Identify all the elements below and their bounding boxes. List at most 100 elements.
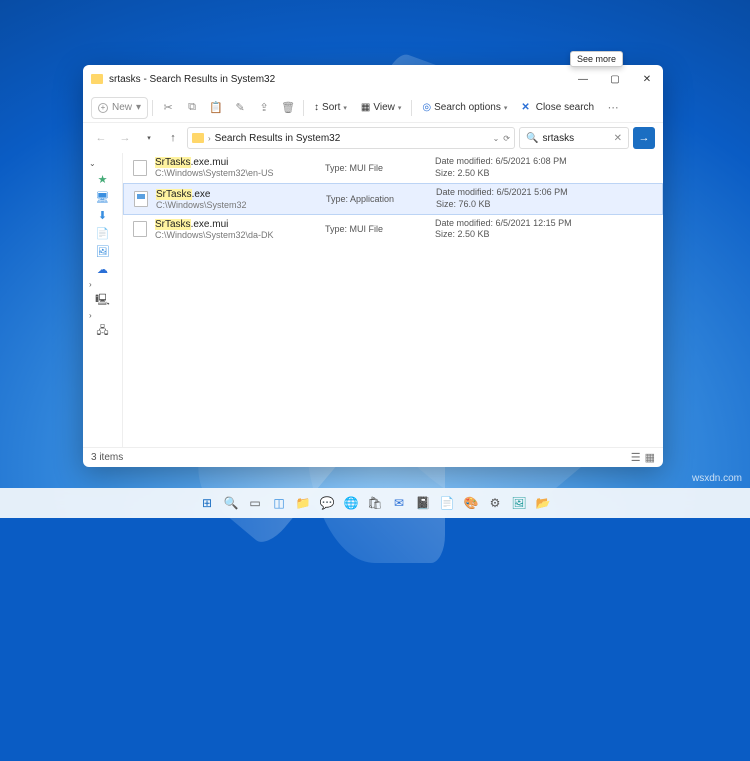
cut-button[interactable]: ✂ [157,97,179,119]
chevron-down-icon: ▾ [398,104,402,112]
search-go-button[interactable]: → [633,127,655,149]
maximize-button[interactable]: ▢ [599,65,631,93]
pictures-item[interactable]: 🖼 [94,244,112,258]
close-search-button[interactable]: ✕ Close search [515,97,600,119]
tree-expand-icon[interactable]: › [89,280,92,289]
network-item[interactable]: 🖧 [94,324,112,338]
titlebar[interactable]: srtasks - Search Results in System32 ― ▢… [83,65,663,93]
file-meta: Date modified: 6/5/2021 12:15 PMSize: 2.… [435,218,572,241]
refresh-button[interactable]: ⟳ [503,134,510,143]
clear-search-icon[interactable]: ✕ [614,133,622,144]
documents-item[interactable]: 📄 [94,226,112,240]
folder-icon [192,133,204,143]
search-result-row[interactable]: SrTasks.exe.muiC:\Windows\System32\da-DK… [123,215,663,245]
photos-icon[interactable]: 🖼 [510,494,528,512]
details-view-button[interactable]: ☰ [631,451,641,464]
file-meta: Date modified: 6/5/2021 6:08 PMSize: 2.5… [435,156,567,179]
more-button[interactable]: ⋯ [602,97,624,119]
onedrive-item[interactable]: ☁ [94,262,112,276]
sort-icon: ↕ [314,102,319,113]
delete-button[interactable]: 🗑 [277,97,299,119]
this-pc-item[interactable]: 🖳 [94,293,112,307]
file-icon [134,191,148,207]
file-type: Type: MUI File [325,163,435,173]
back-button[interactable]: ← [91,128,111,148]
onenote-icon[interactable]: 📓 [414,494,432,512]
downloads-item[interactable]: ⬇ [94,208,112,222]
recent-button[interactable]: ▾ [139,128,159,148]
search-options-icon: ◎ [422,102,431,113]
paste-button[interactable]: 📋 [205,97,227,119]
widgets-icon[interactable]: ◫ [270,494,288,512]
chevron-down-icon: ▾ [504,104,508,112]
window-icon [91,74,103,84]
search-results: SrTasks.exe.muiC:\Windows\System32\en-US… [123,153,663,447]
sort-label: Sort [322,102,340,113]
teams-icon[interactable]: 💬 [318,494,336,512]
view-label: View [373,102,395,113]
taskview-icon[interactable]: ▭ [246,494,264,512]
search-input[interactable]: 🔍 srtasks ✕ [519,127,629,149]
file-path: C:\Windows\System32\en-US [155,168,325,178]
desktop-item[interactable]: 🖥 [94,190,112,204]
item-count: 3 items [91,452,123,463]
quick-access-item[interactable]: ★ [94,172,112,186]
file-icon [133,221,147,237]
start-icon[interactable]: ⊞ [198,494,216,512]
view-icon: ▦ [361,102,370,113]
command-bar: + New ▾ ✂ ⧉ 📋 ✎ ⇪ 🗑 ↕ Sort ▾ ▦ View ▾ ◎ … [83,93,663,123]
search-options-label: Search options [434,102,501,113]
taskbar[interactable]: ⊞ 🔍 ▭ ◫ 📁 💬 🌐 🛍 ✉ 📓 📄 🎨 ⚙ 🖼 📂 [0,488,750,518]
search-result-row[interactable]: SrTasks.exeC:\Windows\System32Type: Appl… [123,183,663,214]
search-value: srtasks [542,133,574,144]
icons-view-button[interactable]: ▦ [645,451,655,464]
word-icon[interactable]: 📄 [438,494,456,512]
address-bar[interactable]: › Search Results in System32 ⌄ ⟳ [187,127,515,149]
see-more-tooltip: See more [570,51,623,67]
new-button[interactable]: + New ▾ [91,97,148,119]
folder-icon[interactable]: 📂 [534,494,552,512]
file-icon [133,160,147,176]
navigation-pane[interactable]: ⌄ ★ 🖥 ⬇ 📄 🖼 ☁ › 🖳 › 🖧 [83,153,123,447]
search-options-button[interactable]: ◎ Search options ▾ [416,97,513,119]
tree-expand-icon[interactable]: ⌄ [89,159,96,168]
breadcrumb-text: Search Results in System32 [215,133,341,144]
new-label: New [112,102,132,113]
chevron-down-icon: ▾ [136,102,141,113]
share-button[interactable]: ⇪ [253,97,275,119]
close-search-icon: ✕ [521,102,529,113]
close-search-label: Close search [536,102,594,113]
status-bar: 3 items ☰ ▦ [83,447,663,467]
address-bar-row: ← → ▾ ↑ › Search Results in System32 ⌄ ⟳… [83,123,663,153]
copy-button[interactable]: ⧉ [181,97,203,119]
file-explorer-window: See more srtasks - Search Results in Sys… [83,65,663,467]
view-button[interactable]: ▦ View ▾ [355,97,407,119]
explorer-icon[interactable]: 📁 [294,494,312,512]
settings-icon[interactable]: ⚙ [486,494,504,512]
rename-button[interactable]: ✎ [229,97,251,119]
store-icon[interactable]: 🛍 [366,494,384,512]
plus-icon: + [98,103,108,113]
file-type: Type: MUI File [325,224,435,234]
forward-button[interactable]: → [115,128,135,148]
close-button[interactable]: ✕ [631,65,663,93]
mail-icon[interactable]: ✉ [390,494,408,512]
edge-icon[interactable]: 🌐 [342,494,360,512]
file-name-column: SrTasks.exe.muiC:\Windows\System32\da-DK [155,219,325,240]
chevron-right-icon: › [208,134,211,143]
sort-button[interactable]: ↕ Sort ▾ [308,97,353,119]
window-title: srtasks - Search Results in System32 [109,74,567,85]
up-button[interactable]: ↑ [163,128,183,148]
minimize-button[interactable]: ― [567,65,599,93]
search-icon[interactable]: 🔍 [222,494,240,512]
file-name: SrTasks.exe [156,189,326,200]
paint-icon[interactable]: 🎨 [462,494,480,512]
file-name-column: SrTasks.exe.muiC:\Windows\System32\en-US [155,157,325,178]
chevron-down-icon[interactable]: ⌄ [493,134,500,143]
search-result-row[interactable]: SrTasks.exe.muiC:\Windows\System32\en-US… [123,153,663,183]
file-name-column: SrTasks.exeC:\Windows\System32 [156,189,326,210]
tree-expand-icon[interactable]: › [89,311,92,320]
file-meta: Date modified: 6/5/2021 5:06 PMSize: 76.… [436,187,568,210]
search-icon: 🔍 [526,133,538,144]
file-name: SrTasks.exe.mui [155,157,325,168]
